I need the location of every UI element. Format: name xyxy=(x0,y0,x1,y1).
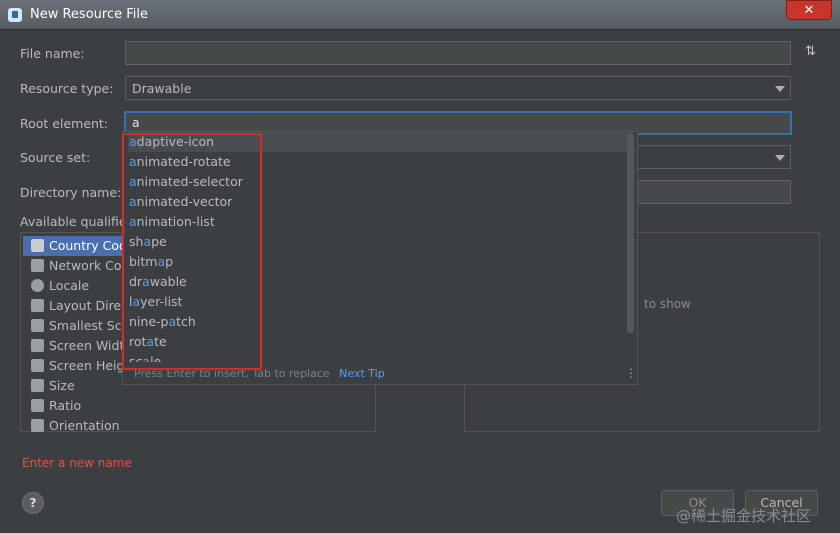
source-set-label: Source set: xyxy=(20,150,91,165)
completion-match: a xyxy=(168,314,177,329)
completion-item[interactable]: animation-list xyxy=(128,212,633,232)
qualifier-item-orientation[interactable]: Orientation xyxy=(23,416,373,433)
qualifier-label: Ratio xyxy=(49,398,82,413)
file-name-label: File name: xyxy=(20,46,85,61)
qualifier-label: Layout Direc xyxy=(49,298,128,313)
completion-item[interactable]: animated-vector xyxy=(128,192,633,212)
chevron-down-icon[interactable] xyxy=(775,86,785,92)
completion-match: a xyxy=(129,194,137,209)
completion-suffix: wable xyxy=(149,274,187,289)
completion-match: a xyxy=(142,274,150,289)
resource-type-label: Resource type: xyxy=(20,81,114,96)
popup-hint: Press Enter to insert, Tab to replace xyxy=(134,367,330,380)
completion-suffix: p xyxy=(165,254,174,269)
qualifier-label: Locale xyxy=(49,278,90,293)
file-name-input[interactable] xyxy=(125,41,791,65)
completion-suffix: pe xyxy=(151,234,167,249)
resource-type-value: Drawable xyxy=(132,81,192,96)
root-element-label: Root element: xyxy=(20,116,109,131)
directory-name-label: Directory name: xyxy=(20,185,122,200)
completion-suffix: yer-list xyxy=(140,294,183,309)
completion-suffix: te xyxy=(154,334,167,349)
qualifier-label: Size xyxy=(49,378,75,393)
close-button[interactable]: ✕ xyxy=(786,0,832,20)
more-options-icon[interactable]: ⋮ xyxy=(625,366,637,380)
resource-type-select[interactable]: Drawable xyxy=(125,76,791,100)
completion-item[interactable]: animated-selector xyxy=(128,172,633,192)
layout-direction-icon xyxy=(31,299,44,312)
completion-prefix: rot xyxy=(129,334,147,349)
completion-item[interactable]: bitmap xyxy=(128,252,633,272)
globe-icon xyxy=(31,279,44,292)
qualifier-label: Screen Width xyxy=(49,338,133,353)
help-button[interactable]: ? xyxy=(22,492,44,514)
completion-item[interactable]: scale xyxy=(128,352,633,362)
chevron-down-icon[interactable] xyxy=(775,155,785,161)
completion-suffix: nimation-list xyxy=(136,214,215,229)
popup-scrollbar[interactable] xyxy=(627,133,634,333)
next-tip-link[interactable]: Next Tip xyxy=(339,367,385,380)
completion-suffix: nimated-rotate xyxy=(136,154,231,169)
completion-match: a xyxy=(146,334,155,349)
completion-item[interactable]: adaptive-icon xyxy=(128,132,633,152)
completion-prefix: sc xyxy=(129,354,143,362)
completion-match: a xyxy=(129,134,137,149)
completion-match: a xyxy=(129,154,137,169)
completion-item[interactable]: rotate xyxy=(128,332,633,352)
screen-height-icon xyxy=(31,359,44,372)
completion-suffix: nimated-vector xyxy=(136,194,233,209)
qualifier-label: Screen Heigh xyxy=(49,358,133,373)
autocomplete-popup: adaptive-icon animated-rotate animated-s… xyxy=(122,131,638,385)
network-icon xyxy=(31,259,44,272)
completion-item[interactable]: drawable xyxy=(128,272,633,292)
qualifier-label: Orientation xyxy=(49,418,120,433)
ratio-icon xyxy=(31,399,44,412)
empty-panel-text: to show xyxy=(644,297,691,311)
qualifier-label: Country Cod xyxy=(49,238,127,253)
smallest-screen-icon xyxy=(31,319,44,332)
completion-prefix: dr xyxy=(129,274,143,289)
completion-match: a xyxy=(142,354,151,362)
available-qualifiers-label: Available qualifie xyxy=(20,214,127,229)
completion-prefix: nine-p xyxy=(129,314,169,329)
completion-match: a xyxy=(132,294,141,309)
orientation-icon xyxy=(31,419,44,432)
completion-item[interactable]: layer-list xyxy=(128,292,633,312)
completion-item[interactable]: nine-patch xyxy=(128,312,633,332)
completion-match: a xyxy=(143,234,152,249)
size-icon xyxy=(31,379,44,392)
completion-item[interactable]: animated-rotate xyxy=(128,152,633,172)
completion-suffix: nimated-selector xyxy=(136,174,243,189)
completion-prefix: sh xyxy=(129,234,144,249)
watermark: @稀土掘金技术社区 xyxy=(676,507,812,525)
country-icon xyxy=(31,239,44,252)
sort-icon[interactable]: ⇅ xyxy=(805,44,816,59)
completion-suffix: tch xyxy=(176,314,196,329)
window-title: New Resource File xyxy=(30,7,148,22)
android-studio-icon xyxy=(8,8,22,22)
qualifier-label: Network Coc xyxy=(49,258,129,273)
completion-suffix: le xyxy=(150,354,162,362)
completion-suffix: daptive-icon xyxy=(136,134,215,149)
completion-prefix: bitm xyxy=(129,254,158,269)
completion-match: a xyxy=(129,214,137,229)
completion-match: a xyxy=(129,174,137,189)
screen-width-icon xyxy=(31,339,44,352)
popup-footer: Press Enter to insert, Tab to replace Ne… xyxy=(134,367,385,380)
qualifier-item-ratio[interactable]: Ratio xyxy=(23,396,373,416)
completion-item[interactable]: shape xyxy=(128,232,633,252)
validation-error: Enter a new name xyxy=(22,456,132,470)
